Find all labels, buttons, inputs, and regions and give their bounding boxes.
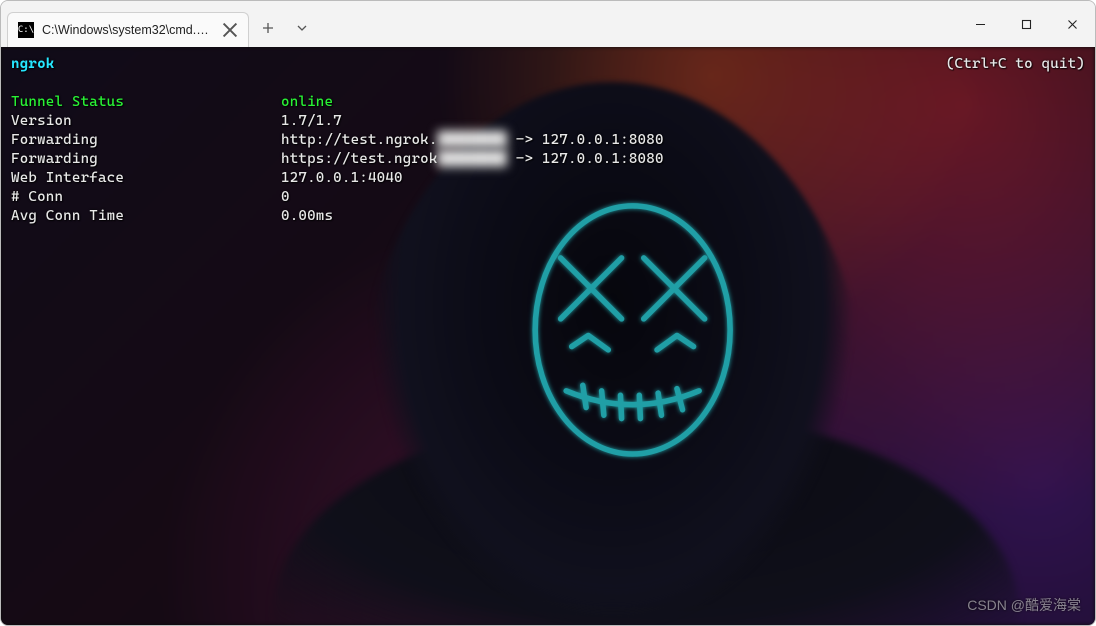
tab-title: C:\Windows\system32\cmd.exe — [42, 23, 214, 37]
minimize-button[interactable] — [957, 1, 1003, 47]
tab-strip: C:\ C:\Windows\system32\cmd.exe — [1, 1, 319, 47]
row-label: Avg Conn Time — [11, 207, 281, 226]
terminal-text: (Ctrl+C to quit) ngrok Tunnel Statusonli… — [1, 47, 1095, 625]
row-value: 0 — [281, 189, 290, 205]
obscured-segment: ████████ — [438, 131, 508, 150]
new-tab-button[interactable] — [251, 11, 285, 45]
status-row: # Conn0 — [11, 188, 1085, 207]
row-label: Forwarding — [11, 131, 281, 150]
row-value: 0.00ms — [281, 208, 333, 224]
row-label: Web Interface — [11, 169, 281, 188]
row-label: Forwarding — [11, 150, 281, 169]
row-value: 1.7/1.7 — [281, 113, 342, 129]
watermark: CSDN @酷爱海棠 — [967, 595, 1081, 615]
row-label: Version — [11, 112, 281, 131]
window-controls — [957, 1, 1095, 47]
row-value-suffix: -> 127.0.0.1:8080 — [507, 132, 664, 148]
status-row: Web Interface127.0.0.1:4040 — [11, 169, 1085, 188]
row-value: 127.0.0.1:4040 — [281, 170, 403, 186]
status-row: Forwardinghttps://test.ngrok████████ -> … — [11, 150, 1085, 169]
row-label: Tunnel Status — [11, 93, 281, 112]
maximize-button[interactable] — [1003, 1, 1049, 47]
terminal-window: C:\ C:\Windows\system32\cmd.exe — [0, 0, 1096, 626]
close-window-button[interactable] — [1049, 1, 1095, 47]
status-row: Avg Conn Time0.00ms — [11, 207, 1085, 226]
tab-dropdown-button[interactable] — [285, 11, 319, 45]
status-row: Forwardinghttp://test.ngrok.████████ -> … — [11, 131, 1085, 150]
tab-actions — [251, 11, 319, 47]
row-value-suffix: -> 127.0.0.1:8080 — [507, 151, 664, 167]
program-name: ngrok — [11, 56, 54, 72]
row-value: online — [281, 94, 333, 110]
terminal-viewport[interactable]: (Ctrl+C to quit) ngrok Tunnel Statusonli… — [1, 47, 1095, 625]
title-bar[interactable]: C:\ C:\Windows\system32\cmd.exe — [1, 1, 1095, 47]
quit-hint: (Ctrl+C to quit) — [946, 55, 1085, 74]
obscured-segment: ████████ — [438, 150, 508, 169]
cmd-icon: C:\ — [18, 22, 34, 38]
status-row: Version1.7/1.7 — [11, 112, 1085, 131]
tab-cmd[interactable]: C:\ C:\Windows\system32\cmd.exe — [7, 12, 249, 47]
status-row: Tunnel Statusonline — [11, 93, 1085, 112]
row-value-prefix: https://test.ngrok — [281, 151, 438, 167]
row-value-prefix: http://test.ngrok. — [281, 132, 438, 148]
row-label: # Conn — [11, 188, 281, 207]
tab-close-button[interactable] — [222, 22, 238, 38]
